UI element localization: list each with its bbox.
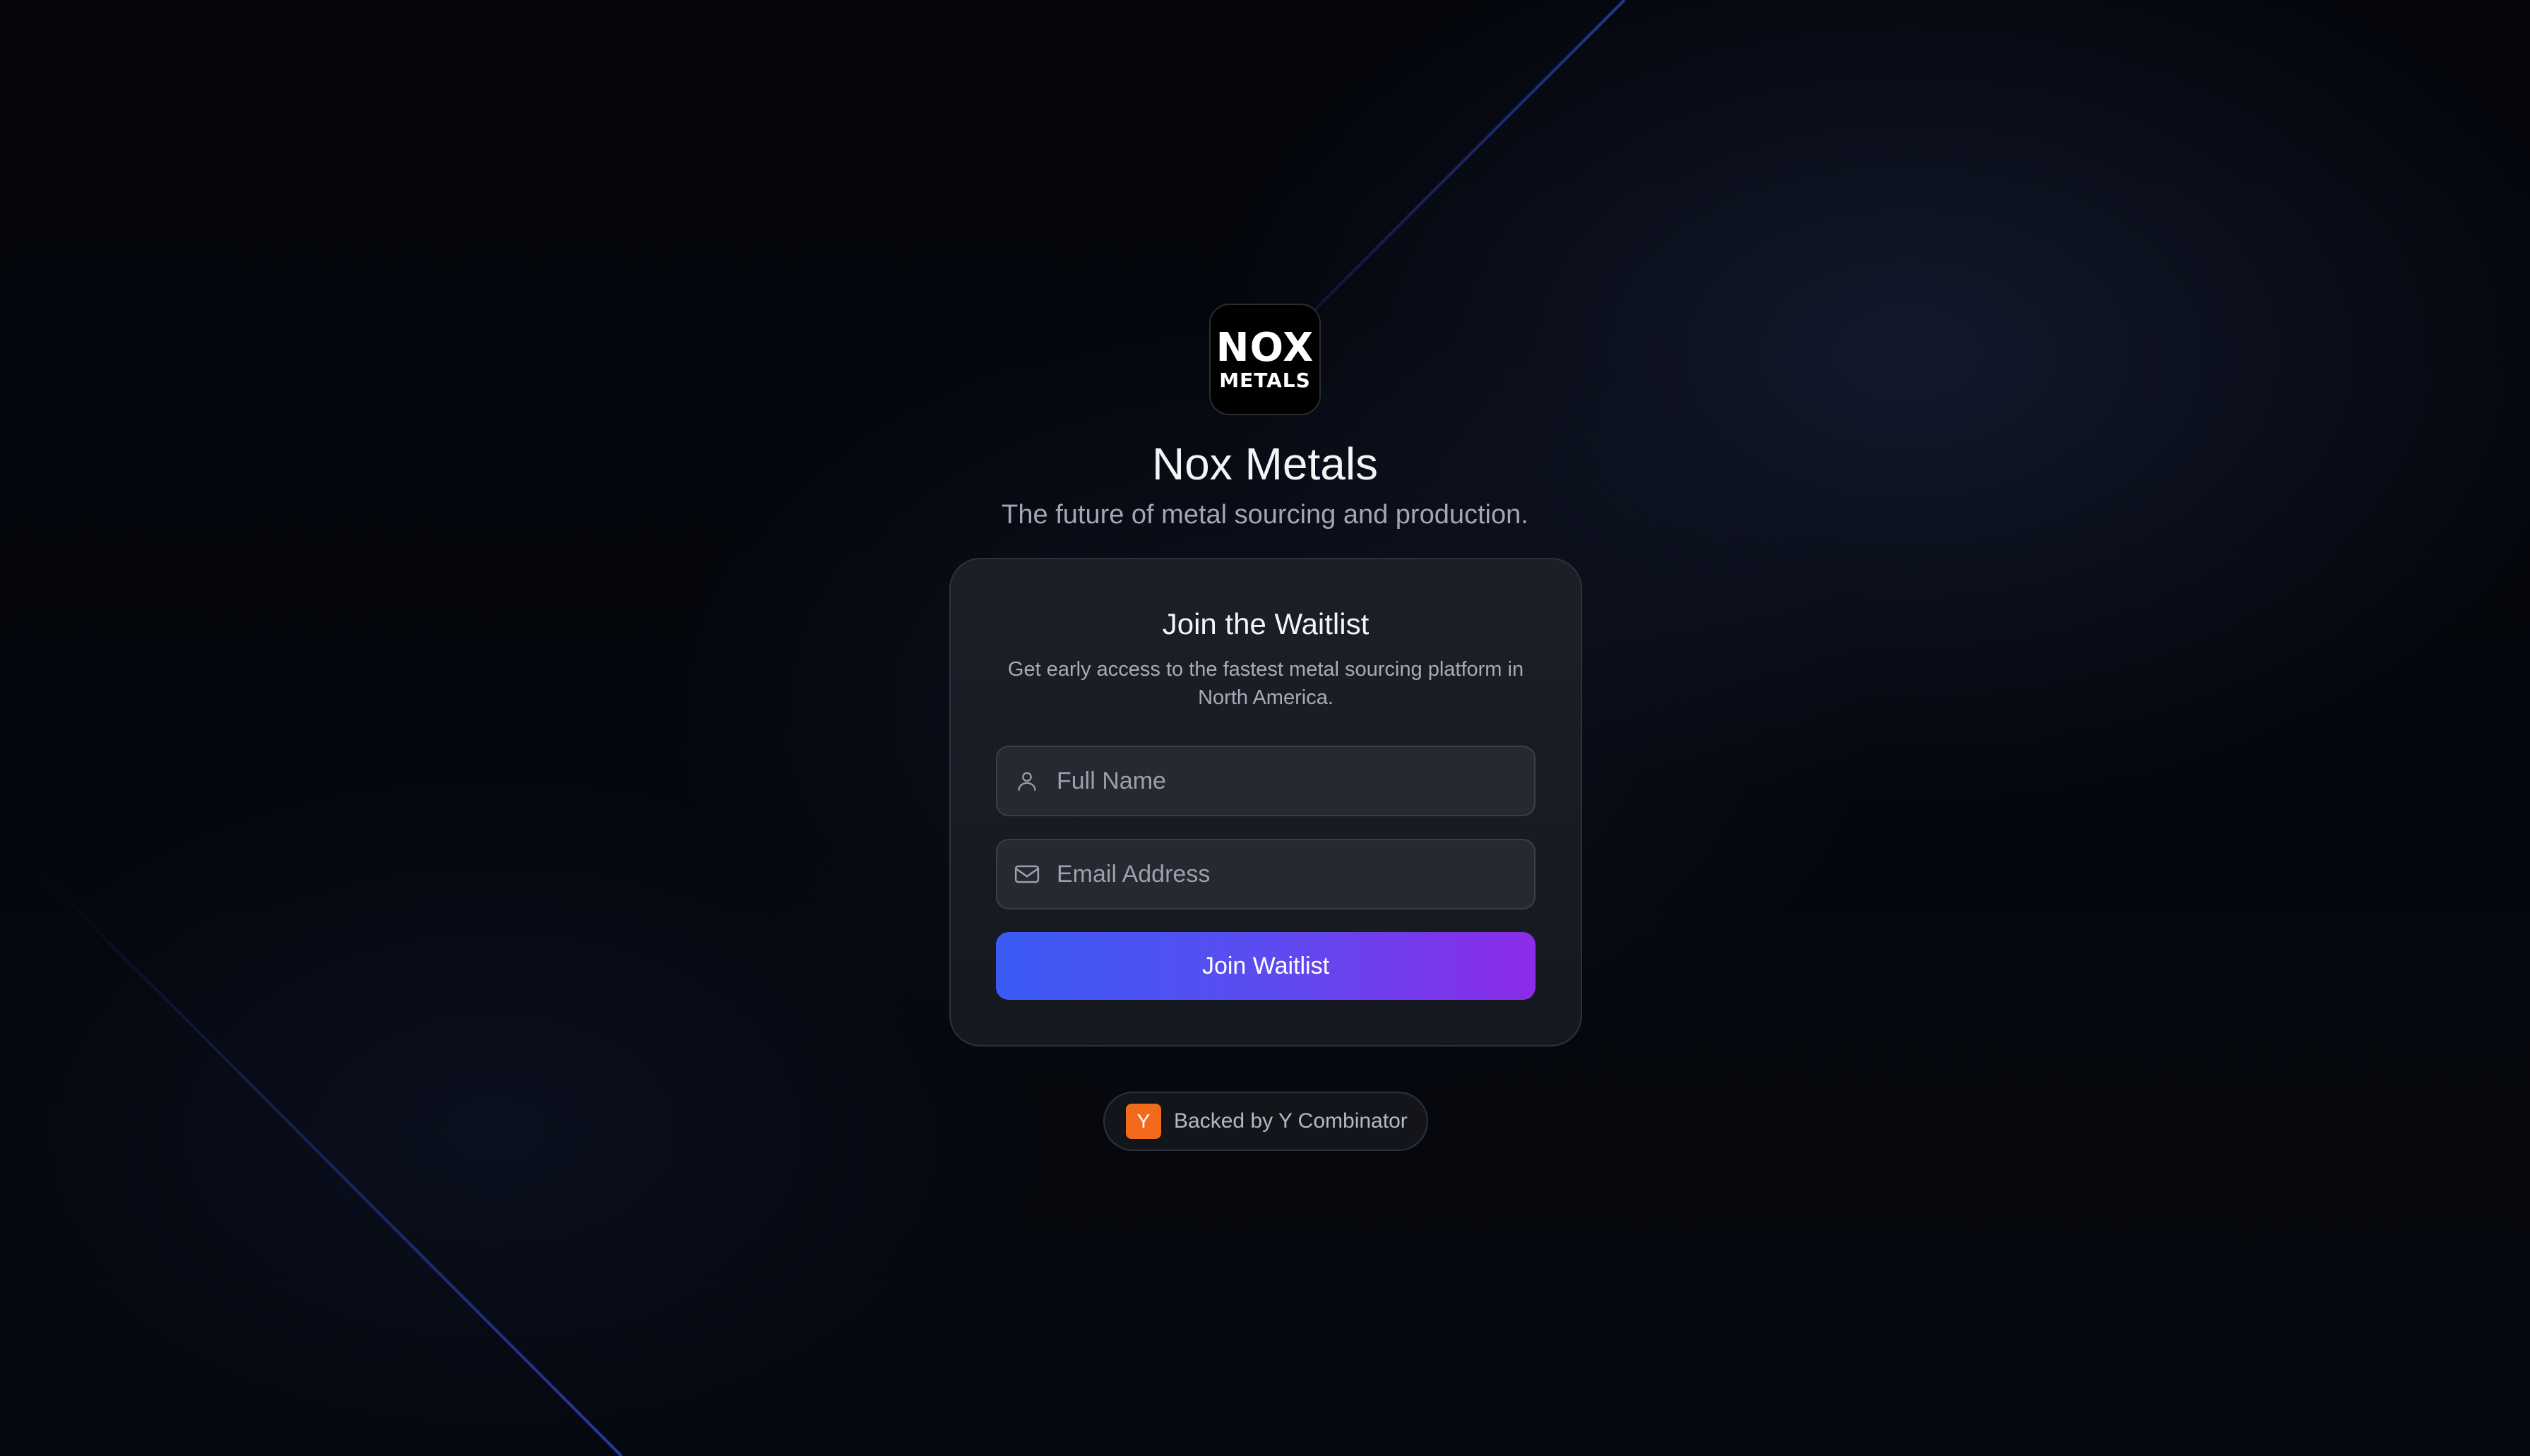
badge-text: Backed by Y Combinator — [1174, 1109, 1408, 1133]
page-title: Nox Metals — [1151, 438, 1379, 489]
logo-line-2: METALS — [1219, 369, 1311, 392]
logo-line-1: NOX — [1216, 325, 1314, 371]
y-combinator-icon: Y — [1126, 1104, 1161, 1139]
email-input[interactable] — [1057, 840, 1534, 908]
user-icon — [1013, 767, 1041, 795]
y-combinator-badge: Y Backed by Y Combinator — [1103, 1092, 1428, 1151]
nox-metals-logo: NOX METALS — [1209, 304, 1321, 415]
mail-icon — [1013, 860, 1041, 888]
card-title: Join the Waitlist — [1162, 607, 1370, 640]
join-waitlist-button[interactable]: Join Waitlist — [996, 932, 1536, 1000]
full-name-input[interactable] — [1057, 747, 1534, 815]
waitlist-card: Join the Waitlist Get early access to th… — [949, 558, 1582, 1046]
waitlist-page: NOX METALS Nox Metals The future of meta… — [0, 0, 2530, 1456]
email-field[interactable] — [996, 839, 1536, 909]
full-name-field[interactable] — [996, 746, 1536, 816]
card-description: Get early access to the fastest metal so… — [1007, 658, 1524, 709]
page-tagline: The future of metal sourcing and product… — [1002, 500, 1528, 530]
